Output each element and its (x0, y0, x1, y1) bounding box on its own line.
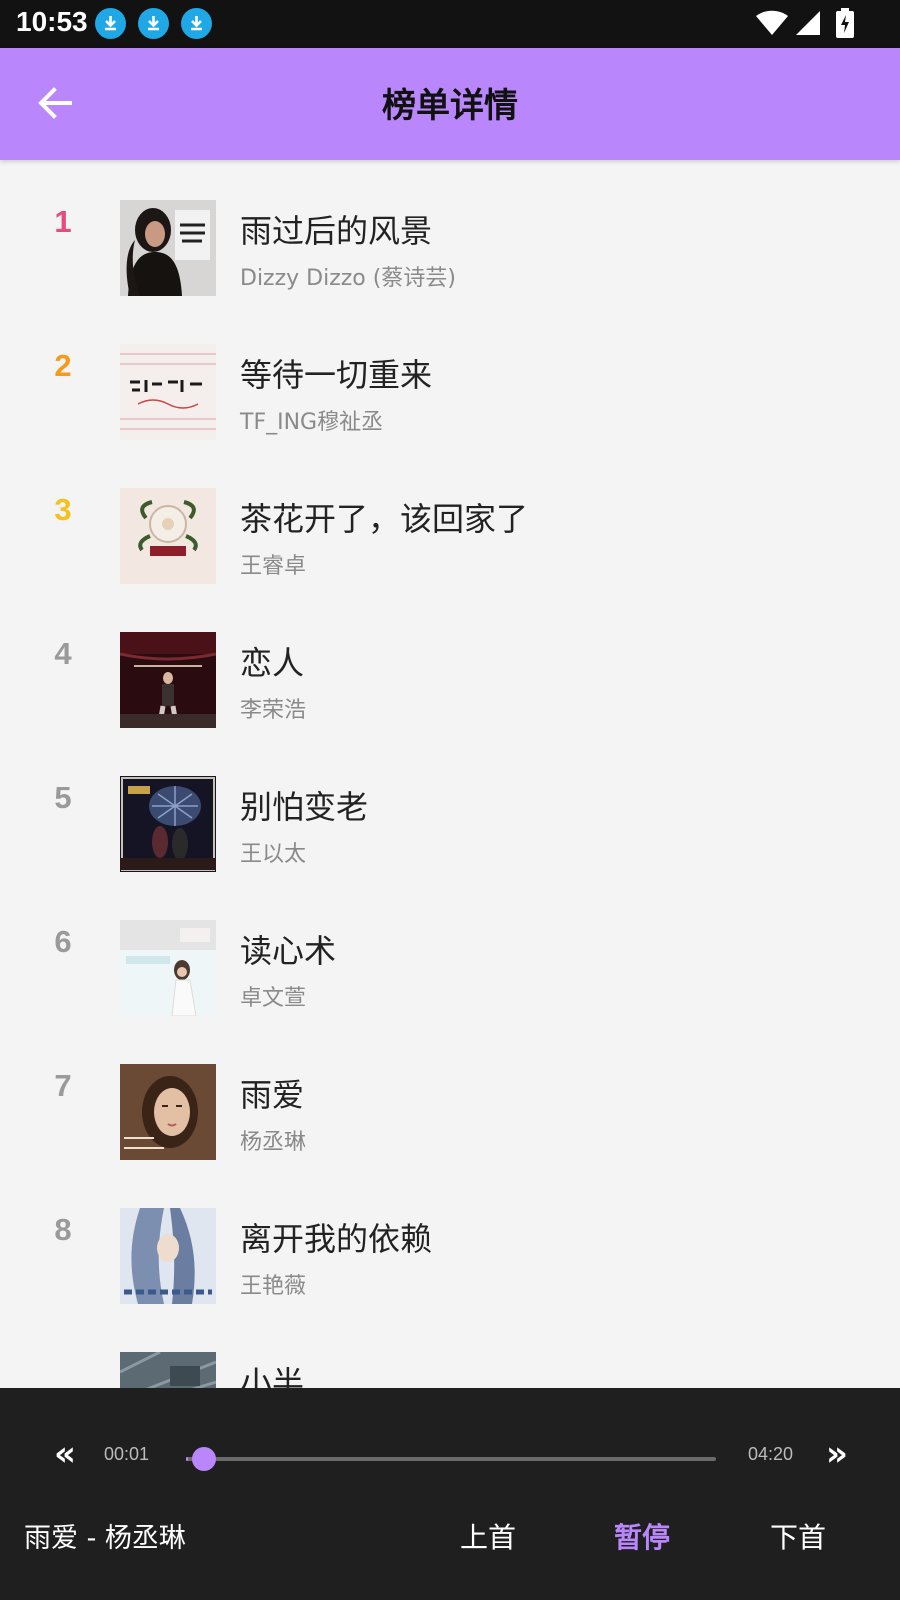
rank-number: 1 (54, 204, 72, 239)
battery-charging-icon (836, 8, 854, 38)
status-time: 10:53 (16, 6, 88, 37)
list-item[interactable]: 7 雨爱 杨丞琳 (0, 1024, 900, 1168)
list-item[interactable]: 小半 (0, 1312, 900, 1388)
list-item[interactable]: 3 茶花开了，该回家了 王睿卓 (0, 448, 900, 592)
song-title: 等待一切重来 (240, 356, 433, 394)
song-artist: 王睿卓 (240, 554, 307, 579)
download-icon (95, 8, 126, 39)
album-cover (120, 632, 216, 728)
song-artist: TF_ING穆祉丞 (240, 410, 384, 435)
song-title: 小半 (240, 1364, 305, 1388)
current-time: 00:01 (104, 1444, 150, 1464)
song-title: 雨爱 (240, 1076, 305, 1114)
rank-number: 3 (54, 492, 72, 527)
song-artist: 王艳薇 (240, 1274, 307, 1299)
song-title: 读心术 (240, 932, 337, 970)
list-item[interactable]: 1 雨过后的风景 Dizzy Dizzo (蔡诗芸) (0, 160, 900, 304)
player-bar: « 00:01 04:20 » 雨爱 - 杨丞琳 上首 暂停 下首 (0, 1388, 900, 1600)
song-list[interactable]: 1 雨过后的风景 Dizzy Dizzo (蔡诗芸) 2 等待一切重来 TF_I… (0, 160, 900, 1388)
download-icon (181, 8, 212, 39)
song-title: 离开我的依赖 (240, 1220, 433, 1258)
song-artist: 杨丞琳 (240, 1130, 307, 1155)
album-cover (120, 488, 216, 584)
song-title: 茶花开了，该回家了 (240, 500, 529, 538)
status-bar: 10:53 (0, 0, 900, 48)
album-cover (120, 344, 216, 440)
pause-button[interactable]: 暂停 (614, 1516, 670, 1556)
app-bar: 榜单详情 (0, 48, 900, 160)
album-cover (120, 776, 216, 872)
list-item[interactable]: 8 离开我的依赖 王艳薇 (0, 1168, 900, 1312)
wifi-icon (756, 10, 788, 35)
song-title: 别怕变老 (240, 788, 369, 826)
album-cover (120, 920, 216, 1016)
now-playing: 雨爱 - 杨丞琳 (24, 1523, 186, 1554)
rank-number: 2 (54, 348, 72, 383)
rank-number: 4 (54, 636, 72, 671)
signal-icon (796, 11, 820, 35)
song-title: 恋人 (240, 644, 305, 682)
song-artist: Dizzy Dizzo (蔡诗芸) (240, 266, 456, 291)
previous-song-button[interactable]: 上首 (460, 1516, 516, 1556)
list-item[interactable]: 2 等待一切重来 TF_ING穆祉丞 (0, 304, 900, 448)
seek-back-button[interactable]: « (54, 1434, 76, 1474)
song-artist: 李荣浩 (240, 698, 307, 723)
list-item[interactable]: 4 恋人 李荣浩 (0, 592, 900, 736)
album-cover (120, 200, 216, 296)
song-artist: 王以太 (240, 842, 307, 867)
rank-number: 6 (54, 924, 72, 959)
duration: 04:20 (748, 1444, 794, 1464)
song-title: 雨过后的风景 (240, 212, 433, 250)
list-item[interactable]: 5 别怕变老 王以太 (0, 736, 900, 880)
list-item[interactable]: 6 读心术 卓文萱 (0, 880, 900, 1024)
album-cover (120, 1208, 216, 1304)
progress-rail (186, 1457, 716, 1461)
progress-thumb[interactable] (192, 1447, 217, 1471)
seek-forward-button[interactable]: » (826, 1434, 848, 1474)
album-cover (120, 1064, 216, 1160)
album-cover (120, 1352, 216, 1388)
rank-number: 8 (54, 1212, 72, 1247)
progress-fill (186, 1457, 189, 1461)
rank-number: 7 (54, 1068, 72, 1103)
download-icon (138, 8, 169, 39)
rank-number: 5 (54, 780, 72, 815)
progress-slider[interactable] (186, 1443, 716, 1475)
next-song-button[interactable]: 下首 (770, 1516, 826, 1556)
song-artist: 卓文萱 (240, 986, 307, 1011)
page-title: 榜单详情 (382, 86, 518, 126)
